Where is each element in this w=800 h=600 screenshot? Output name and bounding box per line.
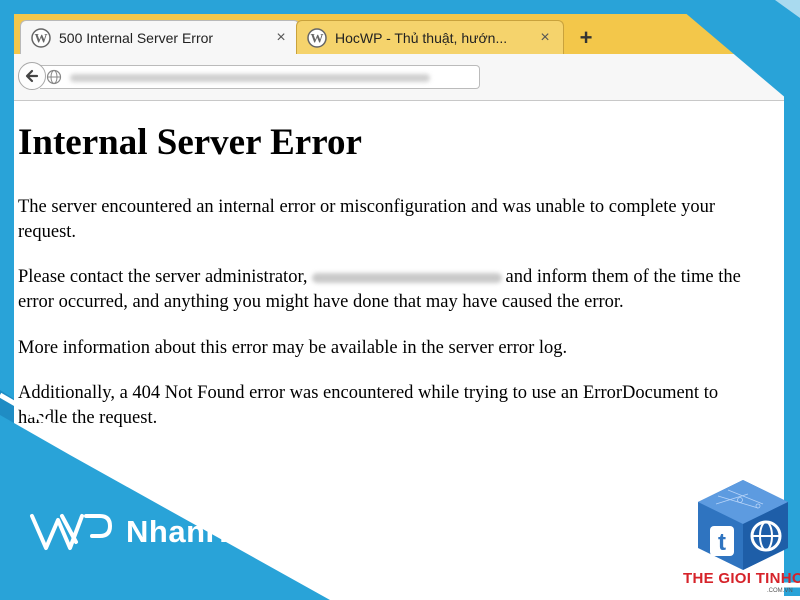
- tab-internal-server-error[interactable]: W 500 Internal Server Error ×: [20, 20, 300, 54]
- tab-title: HocWP - Thủ thuật, hướn...: [335, 29, 508, 46]
- back-button[interactable]: [18, 62, 46, 90]
- address-bar[interactable]: [40, 65, 480, 89]
- error-paragraph-1: The server encountered an internal error…: [18, 197, 716, 242]
- tab-strip: W 500 Internal Server Error × W HocWP - …: [14, 14, 784, 54]
- thegioitinhoc-logo-text: THE GIOI TINHOC: [683, 570, 800, 587]
- tab-hocwp[interactable]: W HocWP - Thủ thuật, hướn... ×: [296, 20, 564, 54]
- blurred-url: [70, 74, 430, 82]
- globe-icon: [46, 69, 62, 85]
- nhanhoa-logo-text: NhanHoa: [126, 514, 266, 549]
- new-tab-button[interactable]: +: [574, 26, 598, 50]
- close-tab-icon[interactable]: ×: [273, 29, 289, 47]
- wordpress-icon: W: [31, 27, 51, 48]
- page-title: Internal Server Error: [18, 122, 362, 163]
- nhanhoa-logo-icon: [30, 514, 112, 550]
- error-paragraph-4: Additionally, a 404 Not Found error was …: [18, 383, 719, 428]
- svg-text:W: W: [35, 30, 48, 45]
- thegioitinhoc-domain: .COM.VN: [767, 588, 793, 594]
- svg-text:t: t: [718, 529, 726, 556]
- close-tab-icon[interactable]: ×: [537, 29, 553, 47]
- tab-title: 500 Internal Server Error: [59, 29, 214, 46]
- svg-text:W: W: [311, 30, 324, 45]
- wordpress-icon: W: [307, 27, 327, 48]
- blurred-email: [311, 272, 502, 283]
- contact-text: Please contact the server administrator,: [18, 267, 308, 287]
- nhanhoa-brand: NhanHoa: [28, 510, 266, 554]
- error-paragraph-3: More information about this error may be…: [18, 338, 568, 358]
- navigation-bar: [14, 54, 784, 101]
- error-paragraph-2: Please contact the server administrator,…: [18, 265, 768, 315]
- back-arrow-icon: [25, 69, 39, 83]
